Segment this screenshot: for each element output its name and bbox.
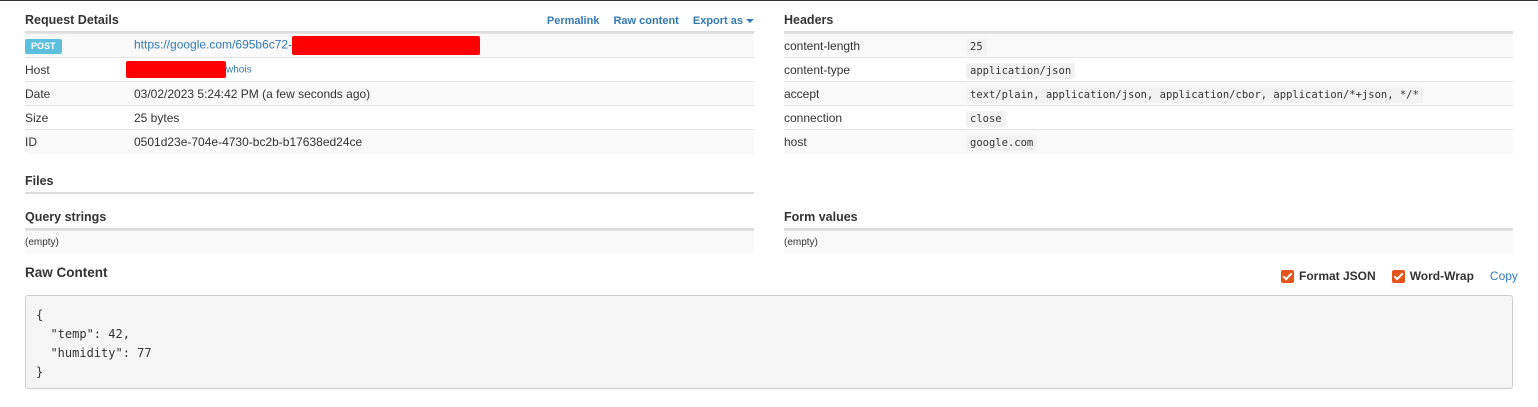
word-wrap-label: Word-Wrap <box>1409 269 1474 283</box>
request-details-panel: Request Details Permalink Raw content Ex… <box>25 12 754 154</box>
header-value: 25 <box>966 38 987 55</box>
files-panel: Files <box>25 170 754 194</box>
form-values-panel: Form values (empty) <box>784 206 1513 254</box>
row-value: 25 bytes <box>134 105 754 130</box>
table-row: host google.com <box>784 129 1513 154</box>
method-badge: POST <box>25 39 62 54</box>
table-row: POST https://google.com/695b6c72- <box>25 33 754 58</box>
export-as-dropdown[interactable]: Export as <box>693 15 754 27</box>
raw-content-box[interactable]: { "temp": 42, "humidity": 77 } <box>25 295 1513 389</box>
header-key: accept <box>784 81 966 106</box>
table-row: connection close <box>784 105 1513 130</box>
header-key: host <box>784 129 966 154</box>
header-key: content-type <box>784 57 966 82</box>
request-url-link[interactable]: https://google.com/695b6c72- <box>134 38 292 52</box>
request-details-heading-row: Request Details Permalink Raw content Ex… <box>25 12 754 33</box>
request-url-text: https://google.com/695b6c72- <box>134 37 293 52</box>
format-json-checkbox[interactable] <box>1281 269 1294 283</box>
header-value: google.com <box>966 134 1038 151</box>
header-key: content-length <box>784 33 966 58</box>
query-strings-empty: (empty) <box>25 230 754 254</box>
table-row: content-length 25 <box>784 33 1513 58</box>
raw-content-options: Format JSON Word-Wrap Copy <box>1281 269 1518 283</box>
whois-link[interactable]: whois <box>226 65 252 76</box>
format-json-label: Format JSON <box>1299 269 1376 283</box>
row-value: 0501d23e-704e-4730-bc2b-b17638ed24ce <box>134 129 754 154</box>
copy-link[interactable]: Copy <box>1490 269 1518 283</box>
headers-title: Headers <box>784 13 834 27</box>
raw-content-header: Raw Content <box>25 265 108 280</box>
table-row: Size 25 bytes <box>25 105 754 130</box>
header-value: close <box>966 110 1006 127</box>
export-as-label: Export as <box>692 15 743 27</box>
header-value: application/json <box>966 62 1076 79</box>
row-value: 03/02/2023 5:24:42 PM (a few seconds ago… <box>134 81 754 106</box>
word-wrap-toggle[interactable]: Word-Wrap <box>1391 269 1474 283</box>
query-strings-panel: Query strings (empty) <box>25 206 754 254</box>
table-row: Host whois <box>25 57 754 82</box>
raw-content-link[interactable]: Raw content <box>613 15 678 27</box>
table-row: Date 03/02/2023 5:24:42 PM (a few second… <box>25 81 754 106</box>
table-row: accept text/plain, application/json, app… <box>784 81 1513 106</box>
word-wrap-checkbox[interactable] <box>1391 269 1405 283</box>
header-value: text/plain, application/json, applicatio… <box>966 86 1423 103</box>
redaction-box <box>126 61 226 78</box>
headers-panel: Headers content-length 25 content-type a… <box>784 12 1513 154</box>
files-title: Files <box>25 174 54 188</box>
redaction-box <box>292 36 481 55</box>
request-details-actions: Permalink Raw content Export as <box>547 15 754 31</box>
request-details-title: Request Details <box>25 13 119 27</box>
table-row: ID 0501d23e-704e-4730-bc2b-b17638ed24ce <box>25 129 754 154</box>
row-key: Size <box>25 105 134 130</box>
top-border <box>0 0 1538 1</box>
form-values-title: Form values <box>784 210 858 224</box>
format-json-toggle[interactable]: Format JSON <box>1281 269 1376 283</box>
header-key: connection <box>784 105 966 130</box>
table-row: content-type application/json <box>784 57 1513 82</box>
caret-down-icon <box>746 19 754 24</box>
request-details-table: POST https://google.com/695b6c72- Host w… <box>25 33 754 154</box>
raw-content-body: { "temp": 42, "humidity": 77 } <box>36 308 152 379</box>
row-key: Host <box>25 57 134 82</box>
form-values-empty: (empty) <box>784 230 1513 254</box>
query-strings-title: Query strings <box>25 210 107 224</box>
row-key: ID <box>25 129 134 154</box>
permalink-link[interactable]: Permalink <box>547 15 600 27</box>
headers-table: content-length 25 content-type applicati… <box>784 33 1513 154</box>
row-key: Date <box>25 81 134 106</box>
raw-content-title: Raw Content <box>25 265 108 280</box>
